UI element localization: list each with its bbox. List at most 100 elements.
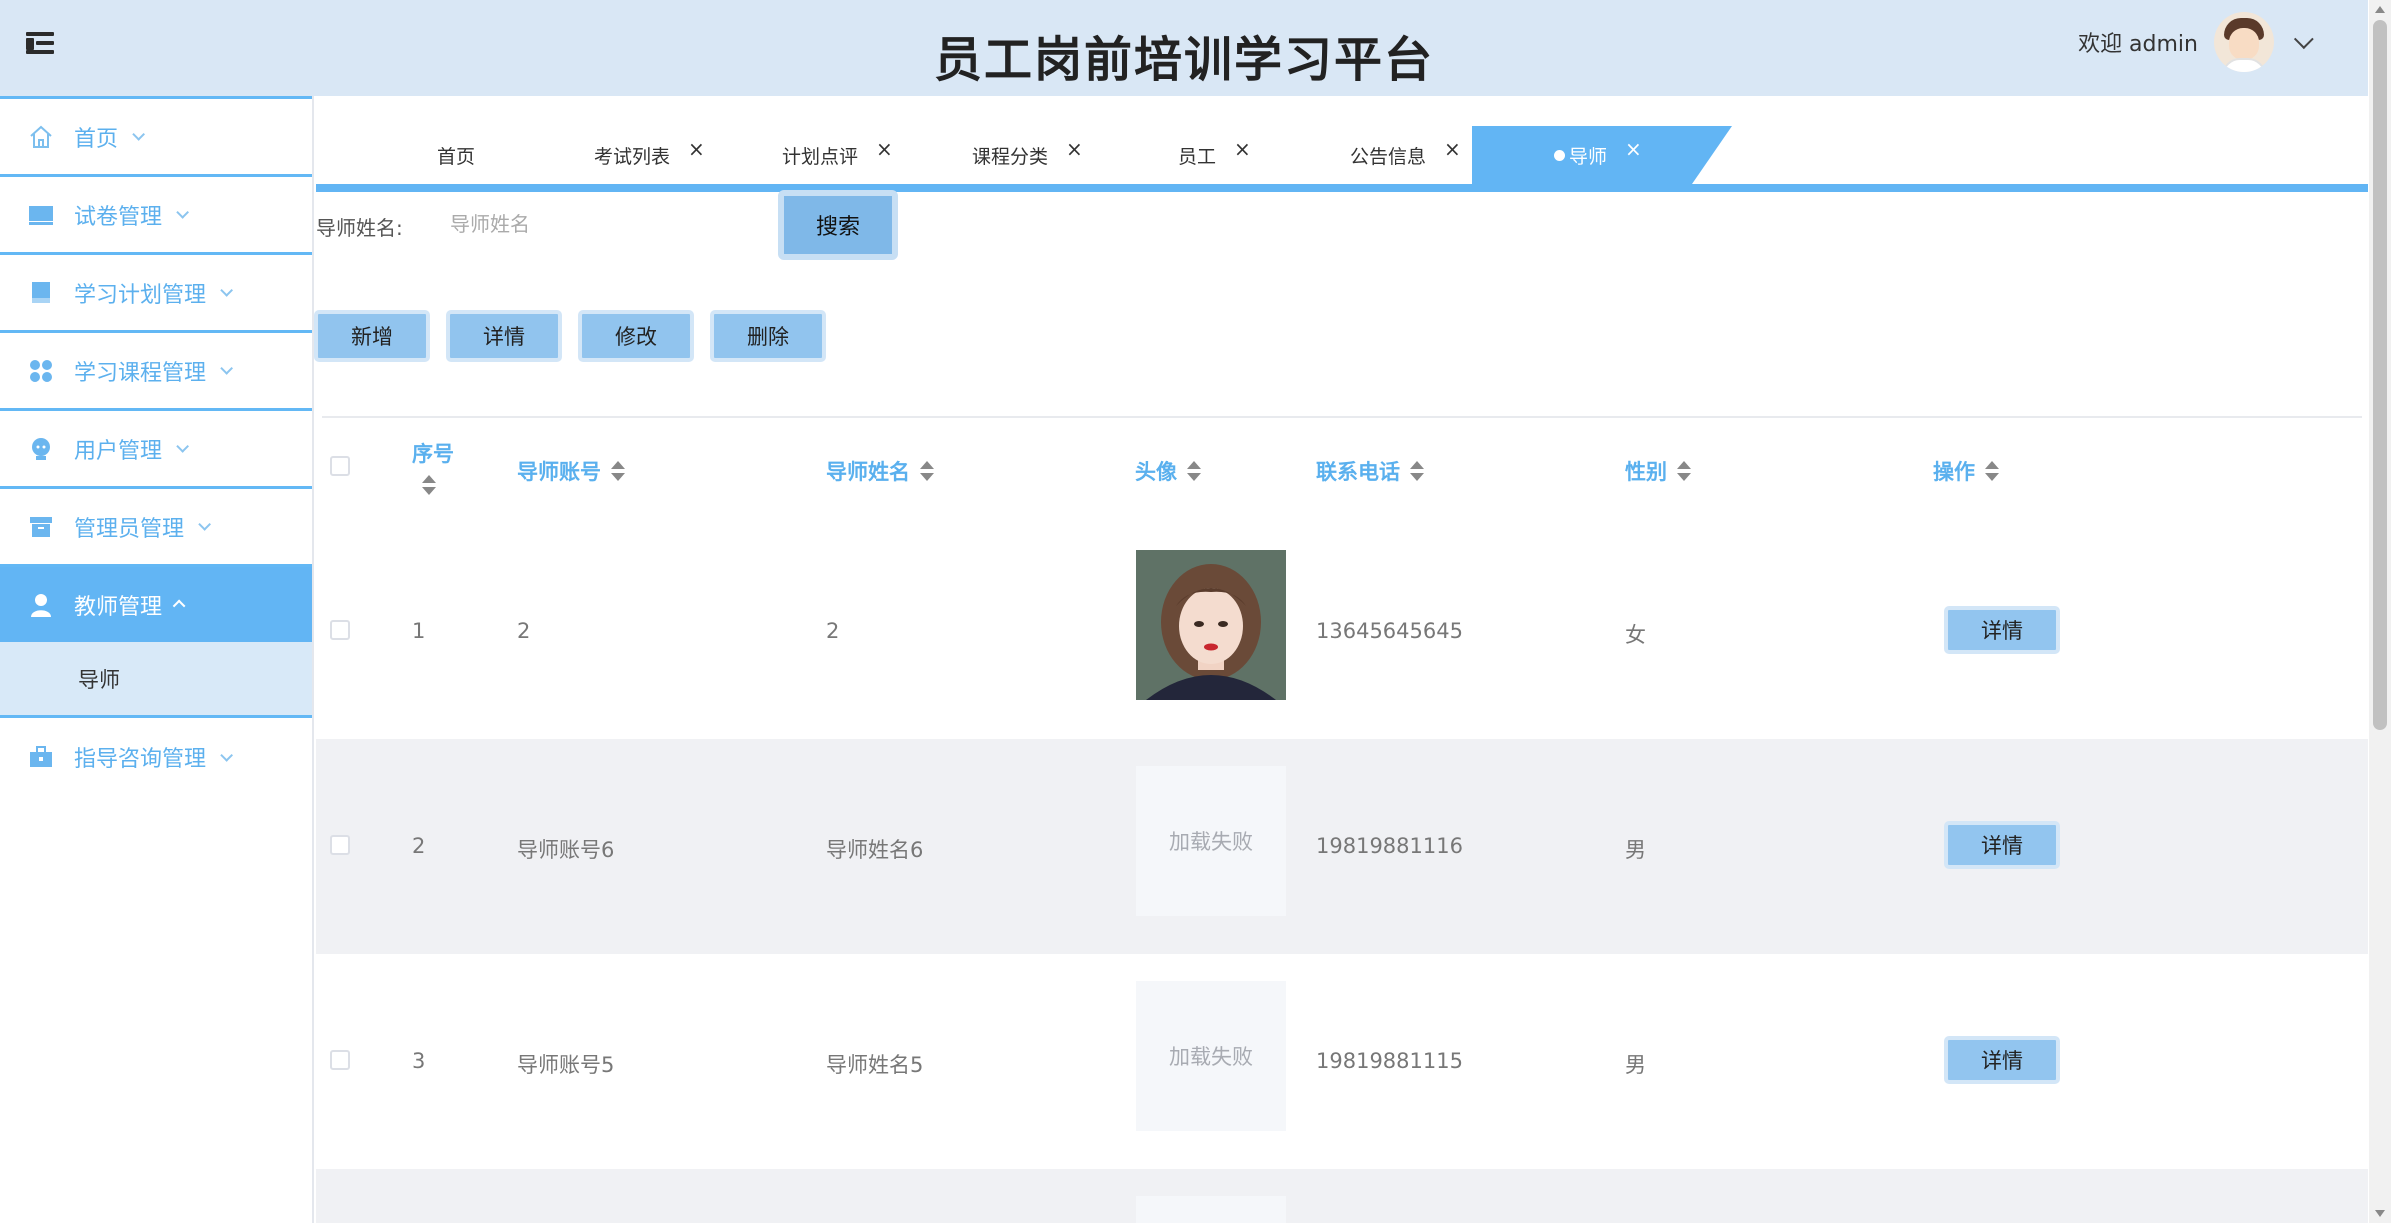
sort-icon[interactable] (920, 460, 934, 482)
archive-icon (28, 514, 54, 540)
sidebar-item-guidance[interactable]: 指导咨询管理 (0, 718, 312, 796)
tab-notice[interactable]: 公告信息 × (1350, 126, 1461, 184)
cell-gender: 女 (1625, 623, 1646, 647)
cell-gender: 男 (1625, 838, 1646, 862)
sidebar-item-admins[interactable]: 管理员管理 (0, 486, 312, 564)
cell-account: 导师账号6 (517, 838, 615, 862)
user-menu[interactable]: 欢迎 admin (2078, 12, 2314, 72)
close-icon[interactable]: × (1066, 137, 1083, 161)
row-checkbox[interactable] (330, 1050, 350, 1070)
sidebar-item-label: 管理员管理 (74, 516, 185, 542)
sidebar-item-teachers[interactable]: 教师管理 (0, 564, 312, 642)
scroll-up-icon[interactable] (2375, 6, 2385, 13)
active-dot-icon (1554, 149, 1565, 161)
tutor-name-search-input[interactable] (430, 200, 760, 248)
chevron-down-icon (176, 440, 190, 453)
cell-index: 2 (412, 834, 426, 858)
cell-index: 3 (412, 1049, 426, 1073)
close-icon[interactable]: × (688, 137, 705, 161)
col-header-index[interactable]: 序号 (412, 438, 454, 496)
sidebar-item-label: 学习计划管理 (74, 282, 207, 308)
cell-phone: 19819881115 (1316, 1049, 1463, 1073)
col-header-label: 联系电话 (1316, 460, 1400, 484)
col-header-account[interactable]: 导师账号 (517, 456, 625, 486)
scroll-down-icon[interactable] (2375, 1210, 2385, 1217)
col-header-gender[interactable]: 性别 (1625, 456, 1691, 486)
close-icon[interactable]: × (1625, 137, 1642, 161)
col-header-phone[interactable]: 联系电话 (1316, 456, 1424, 486)
divider (322, 416, 2362, 418)
tab-exam-list[interactable]: 考试列表 × (594, 126, 705, 184)
avatar-placeholder (1136, 1196, 1286, 1223)
detail-button[interactable]: 详情 (446, 310, 562, 362)
sort-icon[interactable] (1677, 460, 1691, 482)
sidebar-item-users[interactable]: 用户管理 (0, 408, 312, 486)
sort-icon[interactable] (1985, 460, 1999, 482)
cell-account: 导师账号5 (517, 1053, 615, 1077)
edit-button[interactable]: 修改 (578, 310, 694, 362)
close-icon[interactable]: × (1234, 137, 1251, 161)
avatar[interactable] (2214, 12, 2274, 72)
tab-label: 公告信息 (1350, 145, 1427, 168)
cell-phone: 13645645645 (1316, 619, 1463, 643)
tab-underline (316, 184, 2368, 192)
scrollbar-thumb[interactable] (2373, 20, 2387, 730)
welcome-text: 欢迎 admin (2078, 32, 2198, 57)
cell-name: 导师姓名5 (826, 1053, 924, 1077)
tab-plan-review[interactable]: 计划点评 × (782, 126, 893, 184)
tab-tutor[interactable]: 导师 × (1472, 126, 1732, 184)
table-row[interactable]: 2 导师账号6 导师姓名6 加载失败 19819881116 男 详情 (316, 739, 2368, 954)
table-row[interactable]: 3 导师账号5 导师姓名5 加载失败 19819881115 男 详情 (316, 954, 2368, 1169)
sidebar-subitem-tutor[interactable]: 导师 (0, 642, 312, 718)
row-checkbox[interactable] (330, 620, 350, 640)
tab-course-category[interactable]: 课程分类 × (972, 126, 1083, 184)
avatar-photo[interactable] (1136, 550, 1286, 700)
sidebar-item-course[interactable]: 学习课程管理 (0, 330, 312, 408)
sort-icon[interactable] (1410, 460, 1424, 482)
row-checkbox[interactable] (330, 835, 350, 855)
cell-phone: 19819881116 (1316, 834, 1463, 858)
col-header-avatar[interactable]: 头像 (1135, 456, 1201, 486)
home-icon (28, 124, 54, 150)
col-header-label: 导师姓名 (826, 460, 910, 484)
sidebar-item-home[interactable]: 首页 (0, 96, 312, 174)
add-button[interactable]: 新增 (314, 310, 430, 362)
tab-label: 员工 (1178, 145, 1217, 168)
tab-label: 课程分类 (972, 145, 1049, 168)
select-all-checkbox[interactable] (330, 456, 350, 476)
tab-staff[interactable]: 员工 × (1178, 126, 1251, 184)
close-icon[interactable]: × (1444, 137, 1461, 161)
table-row[interactable]: 1 2 2 13645645645 女 详情 (316, 524, 2368, 739)
sort-icon[interactable] (611, 460, 625, 482)
monitor-icon (28, 202, 54, 228)
table-row[interactable] (316, 1169, 2368, 1223)
col-header-action[interactable]: 操作 (1933, 456, 1999, 486)
tab-label: 考试列表 (594, 145, 671, 168)
sidebar-item-label: 指导咨询管理 (74, 747, 207, 772)
row-detail-button[interactable]: 详情 (1944, 821, 2060, 869)
sort-icon[interactable] (1187, 460, 1201, 482)
sidebar-item-study-plan[interactable]: 学习计划管理 (0, 252, 312, 330)
sidebar: 首页 试卷管理 学习计划管理 学习课程管理 用户管理 管理员管理 教师管理 导师… (0, 96, 314, 1223)
tab-label: 计划点评 (782, 145, 859, 168)
sidebar-subitem-label: 导师 (78, 667, 120, 692)
grid-icon (28, 358, 54, 384)
delete-button[interactable]: 删除 (710, 310, 826, 362)
sort-icon[interactable] (422, 474, 436, 496)
sidebar-item-label: 用户管理 (74, 438, 163, 464)
col-header-name[interactable]: 导师姓名 (826, 456, 934, 486)
chevron-down-icon (198, 518, 212, 531)
col-header-label: 操作 (1933, 460, 1975, 484)
col-header-label: 性别 (1625, 460, 1667, 484)
sidebar-item-exam[interactable]: 试卷管理 (0, 174, 312, 252)
search-button[interactable]: 搜索 (778, 190, 898, 260)
page-scrollbar[interactable] (2369, 0, 2391, 1223)
top-header: 员工岗前培训学习平台 欢迎 admin (0, 0, 2368, 96)
tab-home[interactable]: 首页 (437, 126, 475, 184)
chevron-down-icon (220, 362, 234, 375)
cell-name: 2 (826, 619, 840, 643)
close-icon[interactable]: × (876, 137, 893, 161)
row-detail-button[interactable]: 详情 (1944, 1036, 2060, 1084)
row-detail-button[interactable]: 详情 (1944, 606, 2060, 654)
avatar-load-failed: 加载失败 (1136, 766, 1286, 916)
